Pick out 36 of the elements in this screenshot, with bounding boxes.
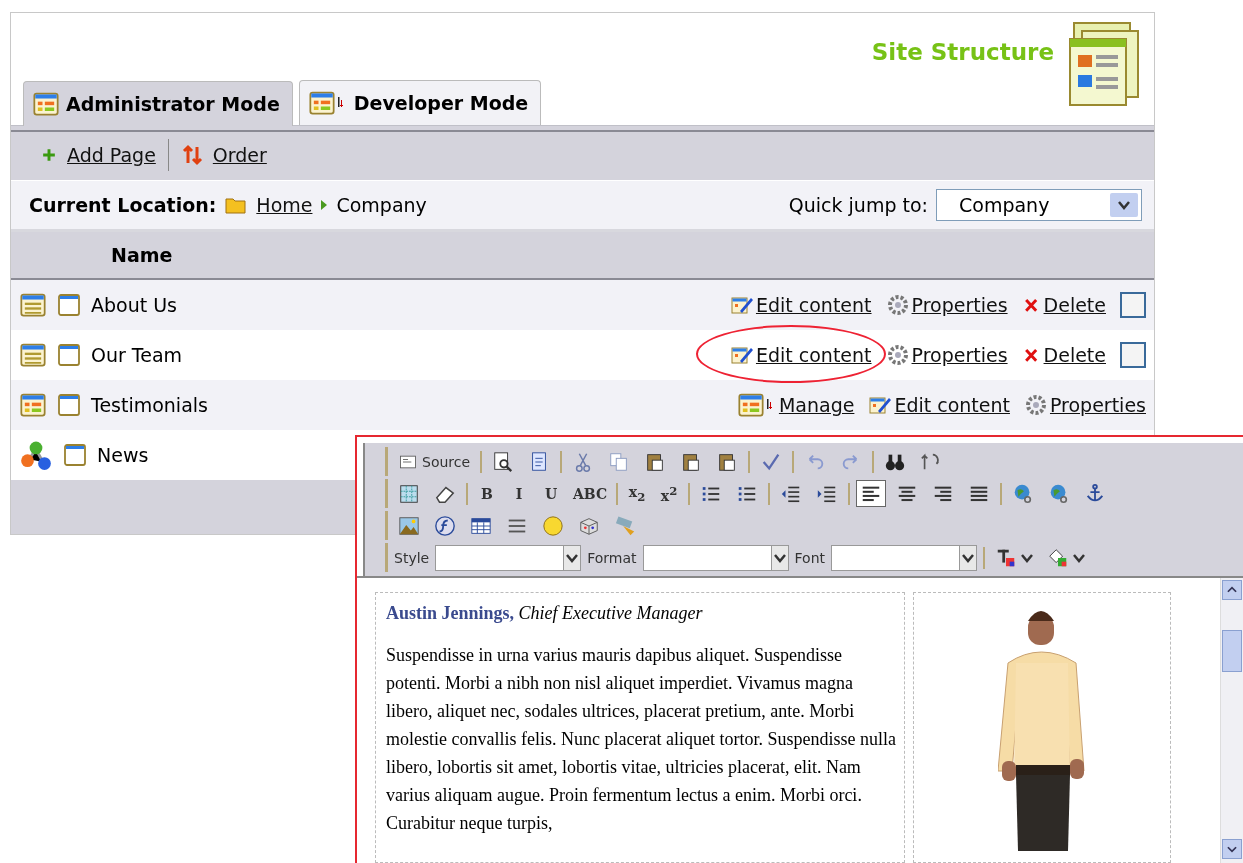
- quick-jump-select[interactable]: Company: [936, 189, 1142, 221]
- action-link[interactable]: Edit content: [894, 394, 1010, 416]
- action-link[interactable]: Delete: [1043, 344, 1106, 366]
- breadcrumb-current: Company: [336, 194, 427, 216]
- person-heading: Austin Jennings, Chief Executive Manager: [386, 602, 704, 625]
- action-link[interactable]: Properties: [911, 344, 1008, 366]
- page-name: Our Team: [91, 344, 183, 366]
- script-button[interactable]: x$^{2}$: [656, 480, 683, 507]
- underline-button[interactable]: U: [538, 480, 564, 507]
- select-label: Format: [587, 549, 637, 566]
- action-link[interactable]: Properties: [911, 294, 1008, 316]
- action-link[interactable]: Edit content: [755, 344, 872, 366]
- page-name: About Us: [91, 294, 178, 316]
- location-label: Current Location:: [29, 194, 217, 216]
- select-label: Font: [794, 549, 825, 566]
- script-button[interactable]: x$_{2}$: [624, 480, 651, 507]
- toolbar-link[interactable]: Add Page: [67, 144, 156, 166]
- page-name: Testimonials: [91, 394, 208, 416]
- bold-button[interactable]: B: [474, 480, 500, 507]
- breadcrumb-link[interactable]: Home: [256, 194, 313, 216]
- mode-tab[interactable]: Developer Mode: [298, 80, 542, 125]
- select-label: Style: [394, 549, 430, 566]
- action-link[interactable]: Manage: [778, 394, 855, 416]
- action-link[interactable]: Delete: [1043, 294, 1106, 316]
- toolbar-link[interactable]: Order: [212, 144, 267, 166]
- quick-jump-label: Quick jump to:: [788, 194, 928, 216]
- italic-button[interactable]: I: [506, 480, 532, 507]
- body-paragraph: Suspendisse in urna varius mauris dapibus aliquet. Suspendisse potenti. Morbi a nibh non nisl aliquet imperdiet. Vivamus magna libero, aliquet nec, sodales ultrices, placerat pretium, ante. Morbi molestie convallis felis. Nunc placerat aliquet tortor. Suspendisse nulla libero, lobortis sit amet, lobortis vitae, ultricies placerat, elit. Nam varius aliquam augue. Proin fermentum lectus a enim. Morbi orci. Curabitur neque turpis,: [386, 644, 897, 835]
- action-link[interactable]: Edit content: [755, 294, 872, 316]
- mode-tab[interactable]: Administrator Mode: [23, 81, 293, 126]
- page-name: News: [97, 444, 149, 466]
- column-header: Name: [111, 244, 173, 266]
- strike-button[interactable]: ABC: [570, 480, 611, 507]
- page-title: Site Structure: [871, 39, 1054, 65]
- action-link[interactable]: Properties: [1049, 394, 1146, 416]
- source-button[interactable]: Source: [394, 448, 475, 475]
